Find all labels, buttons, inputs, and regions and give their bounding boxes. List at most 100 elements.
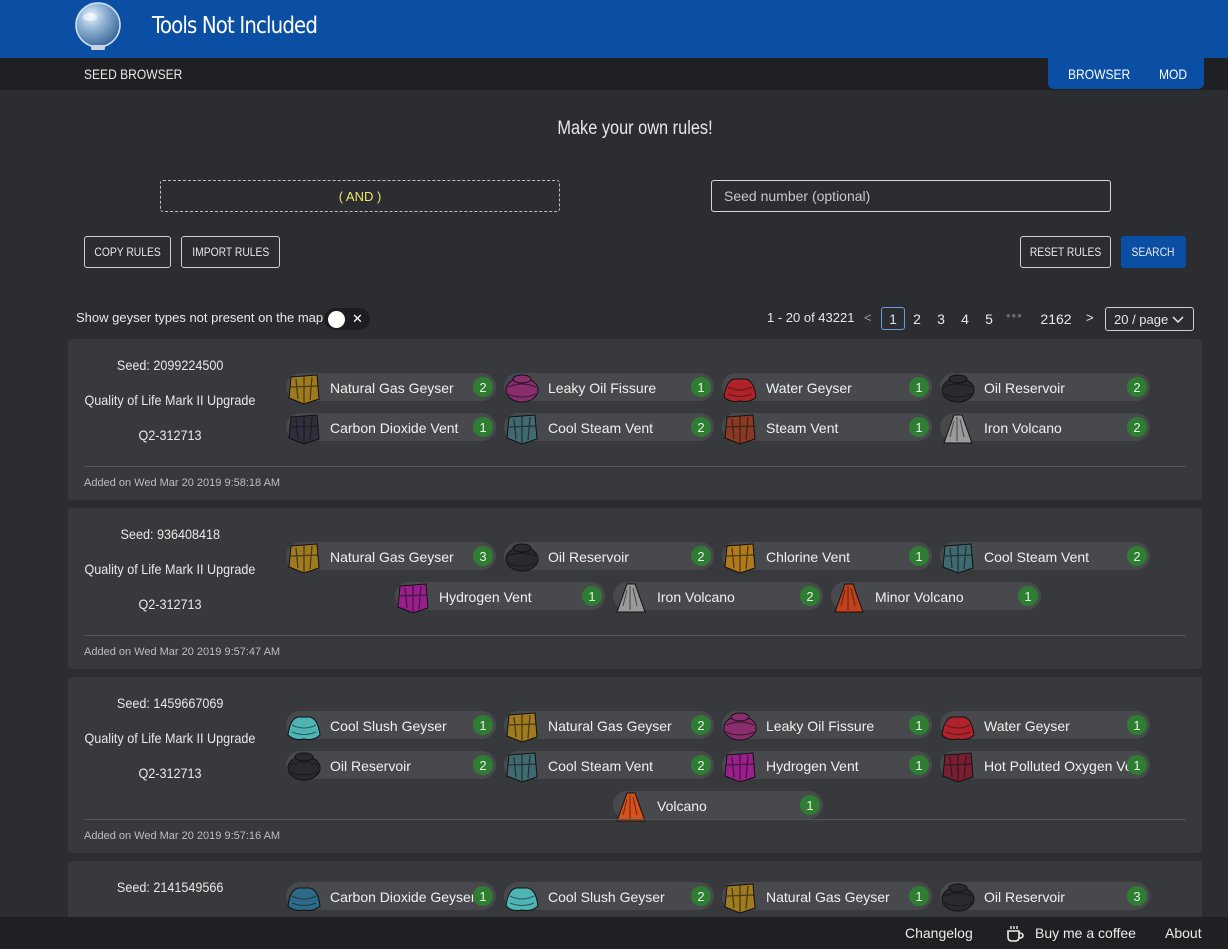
geyser-item[interactable]: Hydrogen Vent 1 (395, 582, 605, 614)
geyser-item[interactable]: Volcano 1 (613, 791, 823, 822)
geyser-item[interactable]: Chlorine Vent 1 (722, 542, 932, 574)
page-size-select[interactable]: 20 / page (1105, 307, 1194, 331)
close-icon: ✕ (352, 311, 363, 326)
import-rules-button[interactable]: IMPORT RULES (181, 236, 280, 268)
natural-gas-geyser-icon (724, 883, 756, 914)
geyser-count-badge: 1 (909, 715, 929, 735)
geyser-count-badge: 3 (1127, 886, 1147, 906)
pagination-page-2[interactable]: 2 (909, 307, 925, 330)
seed-number-input[interactable] (711, 180, 1111, 212)
geyser-item[interactable]: Water Geyser 1 (722, 373, 932, 402)
toggle-knob (328, 311, 345, 328)
pagination-page-5[interactable]: 5 (981, 307, 997, 330)
geyser-name: Water Geyser (984, 718, 1070, 734)
geyser-count-badge: 1 (1018, 586, 1038, 606)
hydrogen-vent-icon (724, 752, 756, 783)
logo-bubble-icon[interactable] (71, 2, 125, 52)
chevron-down-icon (1172, 316, 1184, 324)
geyser-item[interactable]: Cool Slush Geyser 2 (504, 882, 714, 911)
cool-steam-vent-icon (942, 543, 974, 574)
leaky-oil-fissure-icon (505, 374, 539, 403)
pagination-page-last[interactable]: 2162 (1036, 307, 1076, 330)
pagination-page-4[interactable]: 4 (957, 307, 973, 330)
added-date: Added on Wed Mar 20 2019 9:58:18 AM (84, 477, 281, 489)
geyser-item[interactable]: Iron Volcano 2 (940, 413, 1150, 444)
geyser-item[interactable]: Carbon Dioxide Vent 1 (286, 413, 496, 445)
pagination-prev-button[interactable]: < (864, 310, 872, 325)
geyser-item[interactable]: Oil Reservoir 2 (940, 373, 1150, 403)
about-link[interactable]: About (1165, 925, 1202, 941)
geyser-item[interactable]: Hot Polluted Oxygen Vent 1 (940, 751, 1150, 783)
cool-slush-geyser-icon (287, 716, 321, 740)
geyser-count-badge: 2 (691, 715, 711, 735)
page-size-value: 20 / page (1114, 311, 1169, 327)
coffee-cup-icon (1007, 926, 1024, 942)
and-rule-group[interactable]: ( AND ) (160, 180, 560, 212)
seed-card[interactable]: Seed: 1459667069 Quality of Life Mark II … (68, 677, 1202, 853)
geyser-name: Natural Gas Geyser (330, 380, 454, 396)
geyser-name: Natural Gas Geyser (548, 718, 672, 734)
buy-me-a-coffee-link[interactable]: Buy me a coffee (1035, 925, 1136, 941)
carbon-dioxide-geyser-icon (287, 887, 321, 911)
geyser-item[interactable]: Carbon Dioxide Geyser 1 (286, 882, 496, 911)
geyser-item[interactable]: Oil Reservoir 2 (504, 542, 714, 572)
geyser-item[interactable]: Leaky Oil Fissure 1 (504, 373, 714, 403)
copy-rules-button[interactable]: COPY RULES (84, 236, 171, 268)
geyser-count-badge: 1 (909, 546, 929, 566)
geyser-name: Iron Volcano (984, 420, 1062, 436)
changelog-link[interactable]: Changelog (905, 925, 973, 941)
show-missing-geysers-toggle[interactable]: ✕ (324, 308, 370, 330)
pagination-total: 1 - 20 of 43221 (767, 310, 855, 325)
geyser-item[interactable]: Cool Steam Vent 2 (940, 542, 1150, 574)
geyser-item[interactable]: Cool Steam Vent 2 (504, 413, 714, 445)
natural-gas-geyser-icon (288, 374, 320, 405)
build-number: Q2-312713 (138, 427, 202, 443)
footer: Changelog Buy me a coffee About (0, 917, 1228, 949)
search-button[interactable]: SEARCH (1121, 236, 1186, 268)
pagination-ellipsis[interactable]: ••• (1006, 308, 1023, 323)
geyser-name: Cool Steam Vent (548, 420, 654, 436)
geyser-count-badge: 2 (691, 886, 711, 906)
geyser-item[interactable]: Oil Reservoir 2 (286, 751, 496, 781)
oil-reservoir-icon (505, 543, 539, 572)
geyser-item[interactable]: Natural Gas Geyser 3 (286, 542, 496, 574)
geyser-item[interactable]: Minor Volcano 1 (831, 582, 1041, 613)
nav-link-mod[interactable]: MOD (1159, 66, 1187, 82)
geyser-name: Hot Polluted Oxygen Vent (984, 758, 1145, 774)
nav-link-browser[interactable]: BROWSER (1068, 66, 1130, 82)
geyser-name: Cool Steam Vent (548, 758, 654, 774)
geyser-count-badge: 1 (1127, 755, 1147, 775)
geyser-count-badge: 2 (691, 417, 711, 437)
geyser-item[interactable]: Iron Volcano 2 (613, 582, 823, 613)
geyser-item[interactable]: Steam Vent 1 (722, 413, 932, 445)
geyser-count-badge: 2 (691, 546, 711, 566)
game-version: Quality of Life Mark II Upgrade (84, 730, 256, 746)
geyser-item[interactable]: Cool Slush Geyser 1 (286, 711, 496, 740)
build-number: Q2-312713 (138, 596, 202, 612)
reset-rules-button[interactable]: RESET RULES (1020, 236, 1111, 268)
oil-reservoir-icon (941, 374, 975, 403)
geyser-item[interactable]: Hydrogen Vent 1 (722, 751, 932, 783)
geyser-count-badge: 2 (1127, 417, 1147, 437)
show-missing-geysers-label: Show geyser types not present on the map (76, 310, 324, 325)
natural-gas-geyser-icon (506, 712, 538, 743)
seed-card[interactable]: Seed: 936408418 Quality of Life Mark II U… (68, 508, 1202, 669)
seed-card[interactable]: Seed: 2099224500 Quality of Life Mark II … (68, 339, 1202, 500)
geyser-item[interactable]: Natural Gas Geyser 2 (504, 711, 714, 743)
geyser-name: Natural Gas Geyser (330, 549, 454, 565)
geyser-item[interactable]: Water Geyser 1 (940, 711, 1150, 740)
geyser-item[interactable]: Leaky Oil Fissure 1 (722, 711, 932, 741)
geyser-name: Natural Gas Geyser (766, 889, 890, 905)
geyser-item[interactable]: Oil Reservoir 3 (940, 882, 1150, 912)
geyser-count-badge: 1 (582, 586, 602, 606)
oil-reservoir-icon (941, 883, 975, 912)
geyser-name: Oil Reservoir (984, 380, 1065, 396)
build-number: Q2-312713 (138, 765, 202, 781)
pagination-next-button[interactable]: > (1086, 310, 1094, 325)
geyser-item[interactable]: Natural Gas Geyser 1 (722, 882, 932, 914)
geyser-item[interactable]: Cool Steam Vent 2 (504, 751, 714, 783)
app-title[interactable]: Tools Not Included (152, 13, 318, 39)
geyser-item[interactable]: Natural Gas Geyser 2 (286, 373, 496, 405)
pagination-page-3[interactable]: 3 (933, 307, 949, 330)
pagination-page-1[interactable]: 1 (881, 307, 905, 330)
